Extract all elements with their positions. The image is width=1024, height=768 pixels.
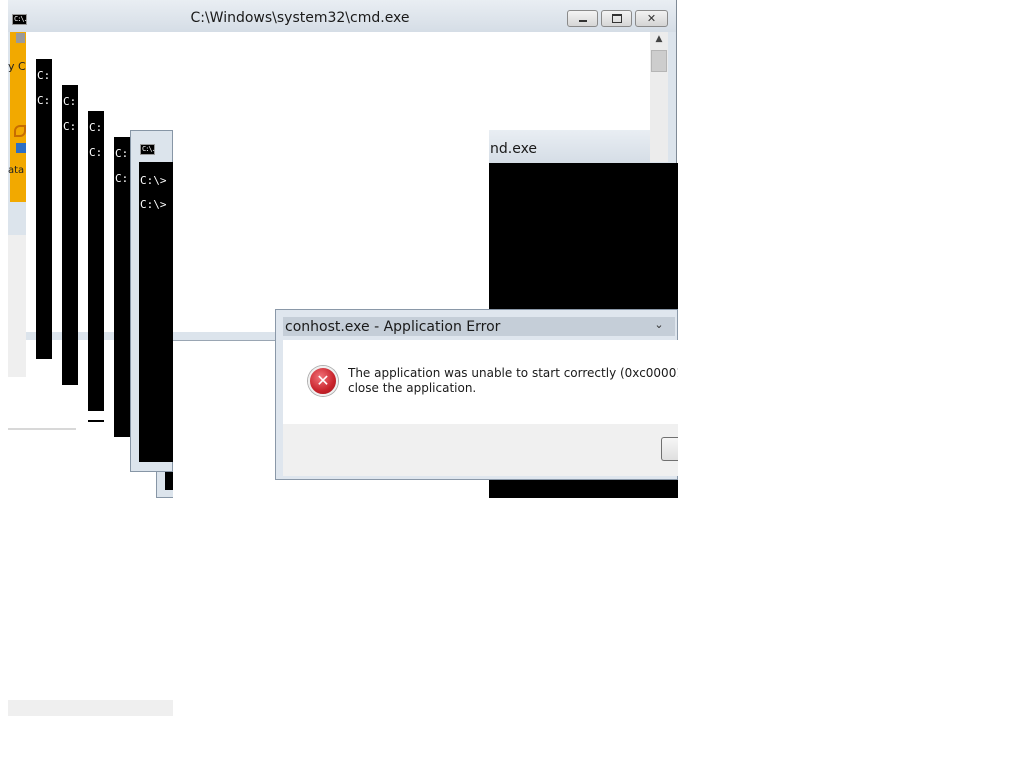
window-border-fragment	[173, 332, 277, 341]
error-dialog-title: conhost.exe - Application Error	[285, 319, 501, 335]
chevron-down-icon[interactable]: ⌄	[652, 318, 666, 332]
gray-remnant	[8, 700, 173, 716]
gray-remnant	[8, 428, 76, 430]
strip-underline	[88, 420, 104, 422]
error-message-line: close the application.	[348, 381, 477, 395]
close-icon: ✕	[646, 12, 657, 25]
second-console-bottom-fragment	[489, 480, 678, 498]
second-cmd-icon: C:\.	[140, 144, 156, 155]
third-console-fragment	[165, 472, 173, 490]
maximize-button[interactable]	[601, 10, 632, 27]
console-prompt: C:\>	[140, 198, 167, 211]
error-message: The application was unable to start corr…	[348, 366, 678, 396]
close-button[interactable]: ✕	[635, 10, 668, 27]
console-strip: C: C:	[114, 137, 130, 437]
second-window-title-fragment: nd.exe	[490, 141, 538, 157]
error-icon: ✕	[308, 366, 338, 396]
scroll-thumb[interactable]	[651, 50, 667, 72]
shortcut-arrow-icon	[16, 143, 26, 153]
desktop-fragment	[10, 32, 26, 202]
error-dialog-footer	[283, 424, 678, 476]
maximize-icon	[611, 14, 622, 23]
minimize-icon	[578, 20, 587, 22]
console-prompt: C:\>	[140, 174, 167, 187]
minimize-button[interactable]	[567, 10, 598, 27]
error-message-line: The application was unable to start corr…	[348, 366, 678, 380]
folder-fragment-icon	[16, 33, 25, 43]
second-console-fragment	[489, 163, 678, 309]
scroll-up-button[interactable]: ▲	[650, 34, 668, 50]
gray-remnant	[8, 235, 26, 377]
main-window-title: C:\Windows\system32\cmd.exe	[190, 10, 410, 26]
ok-button[interactable]	[661, 437, 678, 461]
desktop-label-fragment-2: ata	[8, 165, 25, 176]
cmd-app-icon: C:\.	[12, 14, 28, 25]
desktop-label-fragment-1: y C	[8, 60, 26, 73]
console-strip: C: C:	[88, 111, 104, 411]
console-strip: C: C:	[62, 85, 78, 385]
console-strip: C: C:	[36, 59, 52, 359]
desktop-shortcut-icon	[14, 125, 26, 137]
